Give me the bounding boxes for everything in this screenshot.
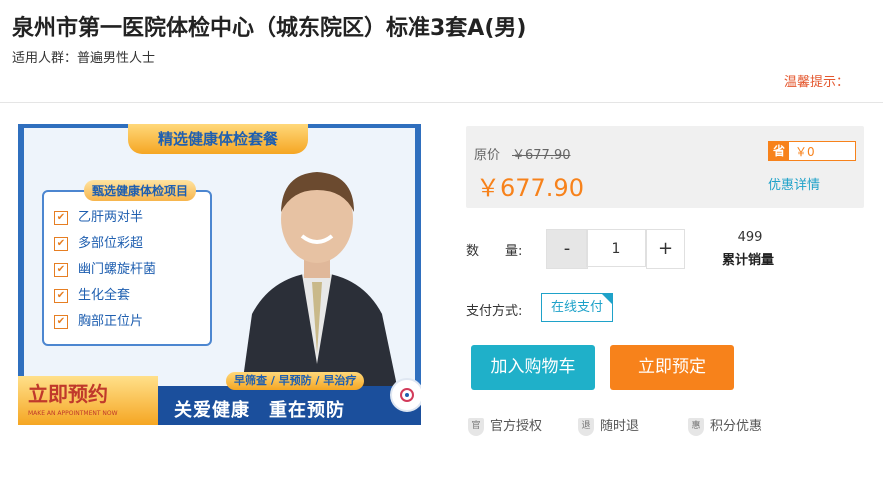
checklist-item: ✔ 乙肝两对半 [54, 206, 143, 225]
savings-tag: 省 [769, 142, 789, 160]
checklist-item: ✔ 多部位彩超 [54, 232, 143, 251]
shield-icon: 退 [578, 417, 594, 436]
hospital-logo-icon [390, 378, 421, 412]
checklist-item: ✔ 生化全套 [54, 284, 130, 303]
quantity-decrement-button[interactable]: - [546, 229, 588, 269]
assurance-refund: 退随时退 [578, 415, 639, 436]
check-icon: ✔ [54, 314, 68, 329]
price-panel: 原价 ￥677.90 ￥677.90 省 ￥0 优惠详情 [466, 126, 864, 208]
appointment-main-text: 立即预约 [28, 382, 108, 406]
product-image: 精选健康体检套餐 甄选健康体检项目 ✔ 乙肝两对半 ✔ 多部位彩超 ✔ 幽门螺旋杆菌 … [18, 124, 421, 425]
assurance-points: 惠积分优惠 [688, 415, 762, 436]
original-price: ￥677.90 [512, 148, 571, 163]
shield-icon: 官 [468, 417, 484, 436]
payment-option-label: 在线支付 [550, 300, 603, 315]
payment-option-online[interactable]: 在线支付 ✔ [541, 293, 613, 322]
check-icon: ✔ [604, 301, 611, 310]
checklist-box: 甄选健康体检项目 ✔ 乙肝两对半 ✔ 多部位彩超 ✔ 幽门螺旋杆菌 ✔ 生化全套 ✔ 胸部… [42, 180, 212, 346]
page-title: 泉州市第一医院体检中心（城东院区）标准3套A(男) [12, 16, 527, 41]
checklist-item: ✔ 胸部正位片 [54, 310, 143, 329]
original-price-label: 原价 [474, 148, 501, 163]
header-divider [0, 102, 883, 103]
sales-label: 累计销量 [721, 253, 774, 268]
quantity-label: 数 量: [466, 244, 523, 259]
payment-label: 支付方式: [466, 304, 523, 319]
shield-icon: 惠 [688, 417, 704, 436]
assurance-official: 官官方授权 [468, 415, 542, 436]
quantity-input[interactable]: 1 [586, 229, 646, 267]
audience-text: 适用人群：普遍男性人士 [12, 51, 156, 66]
add-to-cart-button[interactable]: 加入购物车 [471, 345, 595, 390]
checklist-title: 甄选健康体检项目 [84, 180, 197, 201]
appointment-sub-text: MAKE AN APPOINTMENT NOW [28, 410, 118, 417]
doctor-portrait [242, 172, 397, 386]
image-slogan: 关爱健康 重在预防 [174, 400, 345, 421]
appointment-badge: 立即预约 MAKE AN APPOINTMENT NOW [18, 376, 158, 425]
check-icon: ✔ [54, 236, 68, 251]
sales-count: 499 [737, 230, 763, 245]
quantity-increment-button[interactable]: + [646, 229, 685, 269]
book-now-button[interactable]: 立即预定 [610, 345, 734, 390]
savings-value: ￥0 [795, 145, 815, 159]
check-icon: ✔ [54, 288, 68, 303]
check-icon: ✔ [54, 210, 68, 225]
early-tagline: 早筛查 / 早预防 / 早治疗 [226, 372, 365, 390]
savings-badge: 省 ￥0 [768, 141, 856, 161]
checklist-item: ✔ 幽门螺旋杆菌 [54, 258, 156, 277]
notice-link[interactable]: 温馨提示： [784, 71, 849, 90]
discount-details-link[interactable]: 优惠详情 [768, 174, 820, 193]
current-price: ￥677.90 [476, 174, 584, 202]
check-icon: ✔ [54, 262, 68, 277]
image-banner-title: 精选健康体检套餐 [128, 124, 308, 154]
